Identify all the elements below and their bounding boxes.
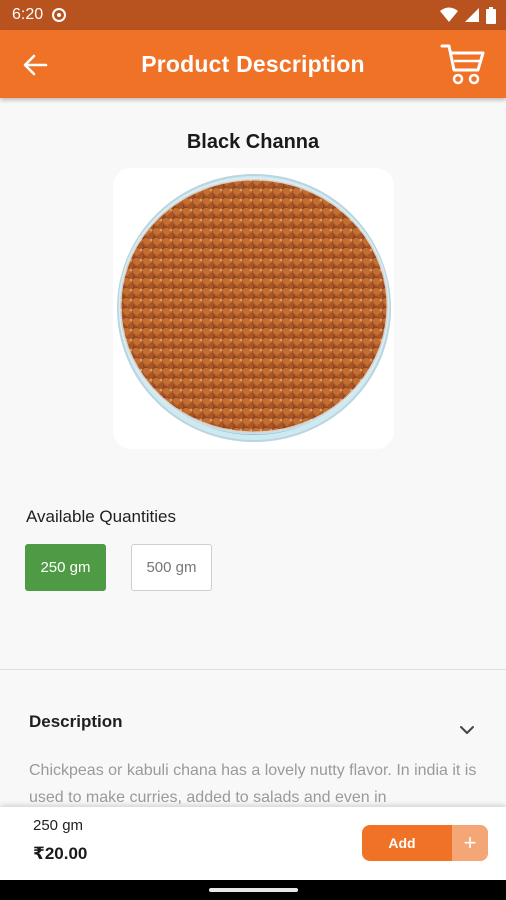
chevron-down-icon[interactable]: [459, 724, 475, 736]
status-bar: 6:20: [0, 0, 506, 30]
description-text: Chickpeas or kabuli chana has a lovely n…: [29, 762, 477, 806]
signal-icon: [465, 8, 479, 22]
product-price: ₹20.00: [33, 844, 88, 863]
quantity-option-250gm[interactable]: 250 gm: [25, 544, 106, 591]
home-gesture-handle[interactable]: [209, 888, 298, 892]
section-divider: [0, 669, 506, 670]
wifi-icon: [440, 7, 458, 22]
page-title: Product Description: [141, 50, 365, 77]
product-image: [113, 168, 394, 449]
status-time: 6:20: [12, 6, 44, 23]
available-quantities-heading: Available Quantities: [26, 507, 176, 526]
product-name: Black Channa: [186, 131, 320, 153]
description-heading[interactable]: Description: [29, 712, 123, 732]
add-to-cart-button[interactable]: Add +: [362, 825, 488, 861]
battery-icon: [486, 6, 496, 24]
add-button-label[interactable]: Add: [362, 825, 452, 861]
back-arrow-icon[interactable]: [22, 52, 48, 78]
app-bar: Product Description: [0, 30, 506, 98]
system-navigation-bar: [0, 880, 506, 900]
bottom-cart-bar: 250 gm ₹20.00 Add +: [0, 807, 506, 880]
notification-icon: [52, 8, 67, 22]
cart-icon[interactable]: [440, 42, 486, 86]
plus-icon[interactable]: +: [452, 825, 488, 861]
quantity-option-500gm[interactable]: 500 gm: [131, 544, 212, 591]
selected-variant: 250 gm: [33, 817, 84, 834]
